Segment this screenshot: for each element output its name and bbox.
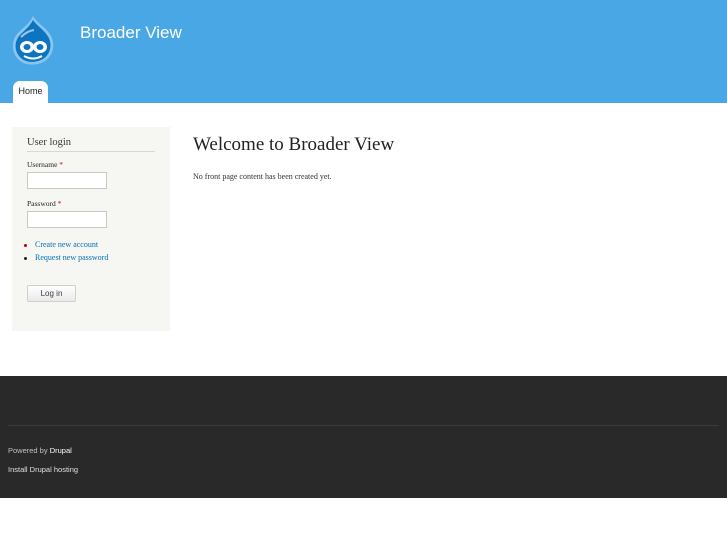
site-name-link[interactable]: Broader View (80, 23, 182, 43)
username-label: Username * (27, 160, 63, 169)
request-password-link[interactable]: Request new password (35, 253, 108, 262)
password-label: Password * (27, 199, 61, 208)
bullet-icon (24, 244, 27, 247)
powered-by: Powered by Drupal (8, 446, 72, 455)
page-content: No front page content has been created y… (193, 172, 332, 181)
password-label-text: Password (27, 199, 56, 208)
site-footer: Powered by Drupal Install Drupal hosting (0, 376, 727, 498)
log-in-button[interactable]: Log in (27, 285, 76, 302)
site-header: Broader View Home (0, 0, 727, 103)
install-hosting-link[interactable]: Install Drupal hosting (8, 465, 78, 474)
user-login-block: User login Username * Password * Create … (12, 127, 170, 331)
username-input[interactable] (27, 172, 107, 189)
drupal-link[interactable]: Drupal (50, 446, 72, 455)
drupal-drop-icon[interactable] (10, 15, 56, 65)
required-marker: * (57, 199, 62, 208)
create-account-link[interactable]: Create new account (35, 240, 98, 249)
tab-home[interactable]: Home (13, 81, 48, 103)
block-title: User login (27, 137, 155, 152)
required-marker: * (59, 160, 64, 169)
footer-divider (8, 425, 719, 426)
page-title: Welcome to Broader View (193, 134, 395, 155)
password-input[interactable] (27, 211, 107, 228)
powered-by-text: Powered by (8, 446, 50, 455)
username-label-text: Username (27, 160, 58, 169)
bullet-icon (24, 257, 27, 260)
